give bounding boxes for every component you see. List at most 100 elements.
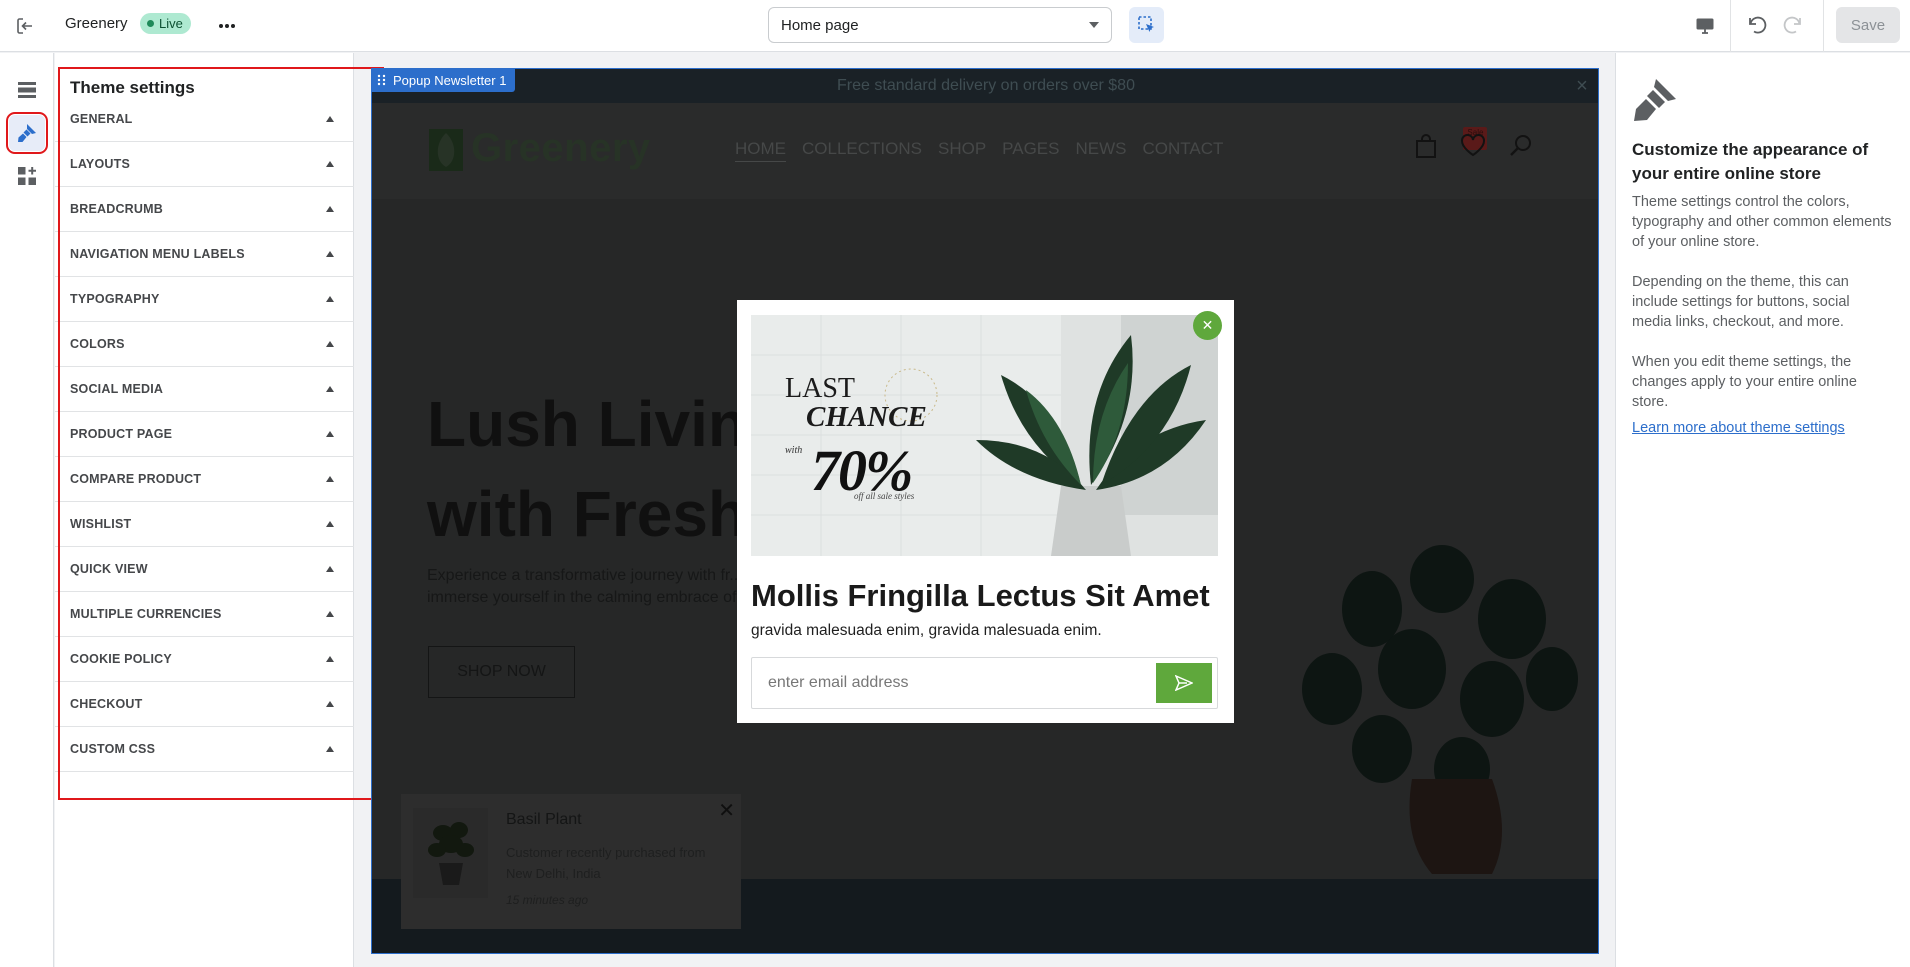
subscribe-button[interactable] bbox=[1156, 663, 1212, 703]
settings-item-label: LAYOUTS bbox=[70, 157, 130, 171]
popup-subtitle: gravida malesuada enim, gravida malesuad… bbox=[751, 622, 1102, 639]
section-tag-label: Popup Newsletter 1 bbox=[393, 72, 507, 88]
close-icon: ✕ bbox=[1201, 317, 1214, 333]
store-logo[interactable]: Greenery bbox=[427, 123, 651, 173]
info-title: Customize the appearance of your entire … bbox=[1632, 140, 1869, 183]
section-tag[interactable]: Popup Newsletter 1 bbox=[371, 68, 516, 92]
heart-icon[interactable] bbox=[1460, 133, 1486, 157]
caret-up-icon bbox=[326, 251, 334, 257]
undo-button[interactable] bbox=[1742, 10, 1772, 40]
theme-settings-button[interactable] bbox=[6, 112, 48, 154]
toast-message: Customer recently purchased from New Del… bbox=[506, 845, 706, 881]
theme-brush-icon bbox=[18, 124, 36, 142]
settings-item-label: CHECKOUT bbox=[70, 697, 143, 711]
newsletter-form bbox=[751, 657, 1218, 709]
top-bar: Greenery Live Home page Save bbox=[0, 0, 1910, 52]
settings-item-custom-css[interactable]: CUSTOM CSS bbox=[55, 727, 354, 772]
redo-button[interactable] bbox=[1778, 10, 1808, 40]
settings-item-general[interactable]: GENERAL bbox=[55, 97, 354, 142]
settings-item-label: BREADCRUMB bbox=[70, 202, 163, 216]
settings-item-wishlist[interactable]: WISHLIST bbox=[55, 502, 354, 547]
promo-off-text: off all sale styles bbox=[854, 491, 915, 501]
sections-button[interactable] bbox=[9, 72, 45, 108]
header-icons bbox=[1414, 133, 1534, 159]
caret-up-icon bbox=[326, 206, 334, 212]
settings-item-compare-product[interactable]: COMPARE PRODUCT bbox=[55, 457, 354, 502]
toast-product-name[interactable]: Basil Plant bbox=[506, 811, 582, 829]
info-panel: Customize the appearance of your entire … bbox=[1615, 53, 1910, 967]
desktop-view-button[interactable] bbox=[1690, 11, 1720, 41]
nav-collections[interactable]: COLLECTIONS bbox=[802, 139, 922, 162]
settings-item-label: COMPARE PRODUCT bbox=[70, 472, 202, 486]
desktop-icon bbox=[1696, 18, 1714, 34]
inspect-button[interactable] bbox=[1129, 7, 1164, 43]
page-select-value: Home page bbox=[781, 16, 859, 34]
leaf-logo-icon bbox=[429, 129, 463, 171]
newsletter-popup: ✕ LAST CHANCE with 70% off all sale styl… bbox=[737, 300, 1234, 723]
caret-up-icon bbox=[326, 386, 334, 392]
learn-more-link[interactable]: Learn more about theme settings bbox=[1632, 420, 1845, 436]
settings-item-quick-view[interactable]: QUICK VIEW bbox=[55, 547, 354, 592]
popup-close-button[interactable]: ✕ bbox=[1193, 311, 1222, 340]
settings-item-layouts[interactable]: LAYOUTS bbox=[55, 142, 354, 187]
settings-item-checkout[interactable]: CHECKOUT bbox=[55, 682, 354, 727]
hero-title-line: with Fresh bbox=[427, 478, 748, 550]
close-icon[interactable]: ✕ bbox=[718, 798, 735, 823]
undo-icon bbox=[1749, 16, 1767, 34]
inspect-icon bbox=[1137, 16, 1154, 32]
settings-item-label: TYPOGRAPHY bbox=[70, 292, 160, 306]
sidebar-rail bbox=[0, 53, 54, 967]
nav-shop[interactable]: SHOP bbox=[938, 139, 986, 162]
settings-item-label: PRODUCT PAGE bbox=[70, 427, 173, 441]
settings-item-label: QUICK VIEW bbox=[70, 562, 148, 576]
status-badge-label: Live bbox=[159, 16, 183, 31]
settings-item-typography[interactable]: TYPOGRAPHY bbox=[55, 277, 354, 322]
settings-item-label: NAVIGATION MENU LABELS bbox=[70, 247, 245, 261]
nav-pages[interactable]: PAGES bbox=[1002, 139, 1059, 162]
theme-settings-panel: Theme settings GENERAL LAYOUTS BREADCRUM… bbox=[55, 53, 354, 967]
redo-icon bbox=[1783, 16, 1801, 34]
promo-with-text: with bbox=[785, 445, 803, 456]
search-icon[interactable] bbox=[1508, 133, 1534, 159]
purchase-notification: Basil Plant Customer recently purchased … bbox=[401, 794, 741, 929]
caret-up-icon bbox=[326, 116, 334, 122]
settings-item-cookie-policy[interactable]: COOKIE POLICY bbox=[55, 637, 354, 682]
status-badge: Live bbox=[140, 13, 191, 34]
settings-item-label: CUSTOM CSS bbox=[70, 742, 156, 756]
info-paragraph: Depending on the theme, this can include… bbox=[1632, 274, 1850, 330]
divider bbox=[1823, 0, 1824, 52]
settings-item-social-media[interactable]: SOCIAL MEDIA bbox=[55, 367, 354, 412]
settings-item-multiple-currencies[interactable]: MULTIPLE CURRENCIES bbox=[55, 592, 354, 637]
toast-time: 15 minutes ago bbox=[506, 893, 589, 907]
caret-up-icon bbox=[326, 656, 334, 662]
caret-up-icon bbox=[326, 161, 334, 167]
settings-item-label: COLORS bbox=[70, 337, 125, 351]
nav-home[interactable]: HOME bbox=[735, 139, 786, 162]
caret-up-icon bbox=[326, 296, 334, 302]
caret-up-icon bbox=[326, 341, 334, 347]
page-select[interactable]: Home page bbox=[768, 7, 1112, 43]
exit-icon bbox=[17, 18, 32, 34]
settings-item-label: SOCIAL MEDIA bbox=[70, 382, 164, 396]
announcement-bar: Free standard delivery on orders over $8… bbox=[372, 69, 1598, 103]
settings-item-product-page[interactable]: PRODUCT PAGE bbox=[55, 412, 354, 457]
settings-item-label: GENERAL bbox=[70, 112, 133, 126]
exit-button[interactable] bbox=[10, 11, 40, 41]
email-input[interactable] bbox=[753, 659, 1143, 707]
more-icon bbox=[219, 24, 235, 28]
nav-contact[interactable]: CONTACT bbox=[1143, 139, 1224, 162]
shop-now-button[interactable]: SHOP NOW bbox=[428, 646, 575, 698]
save-button[interactable]: Save bbox=[1836, 7, 1900, 43]
basil-plant-image bbox=[428, 822, 474, 885]
more-actions-button[interactable] bbox=[212, 11, 242, 41]
caret-up-icon bbox=[326, 521, 334, 527]
nav-news[interactable]: NEWS bbox=[1076, 139, 1127, 162]
apps-button[interactable] bbox=[9, 158, 45, 194]
close-icon[interactable]: × bbox=[1572, 76, 1592, 96]
bag-icon[interactable] bbox=[1414, 133, 1438, 159]
settings-item-colors[interactable]: COLORS bbox=[55, 322, 354, 367]
product-thumbnail bbox=[413, 808, 488, 898]
settings-item-breadcrumb[interactable]: BREADCRUMB bbox=[55, 187, 354, 232]
settings-item-navigation-menu-labels[interactable]: NAVIGATION MENU LABELS bbox=[55, 232, 354, 277]
caret-down-icon bbox=[1089, 22, 1099, 28]
